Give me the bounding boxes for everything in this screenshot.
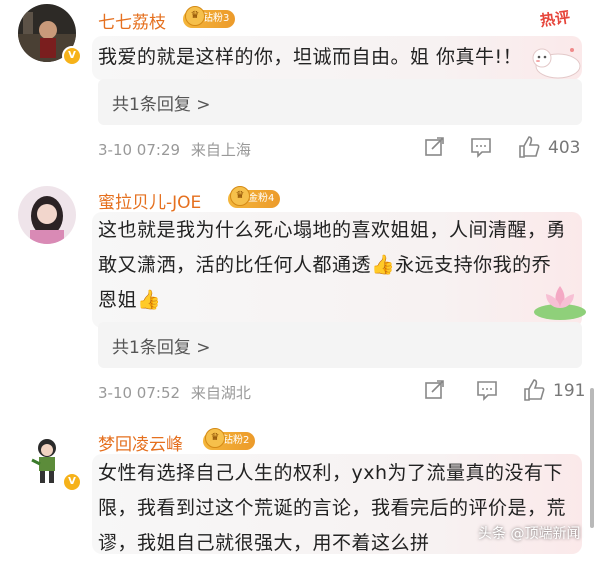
lotus-sticker-icon	[534, 286, 586, 320]
fan-badge: ♛ 金粉4	[228, 186, 281, 208]
hot-comment-label: 热评	[538, 7, 572, 30]
comment-1: V 七七荔枝 ♛ 钻粉3 热评 我爱的就是这样的你，坦诚而自由。姐 你真牛!！ …	[0, 0, 600, 170]
username[interactable]: 梦回凌云峰	[98, 430, 183, 455]
comment-location: 来自湖北	[190, 384, 251, 402]
comment-text: 我爱的就是这样的你，坦诚而自由。姐 你真牛!！	[98, 46, 523, 68]
verified-icon: V	[62, 472, 82, 492]
comment-location: 来自上海	[190, 141, 251, 159]
comment-icon[interactable]	[470, 136, 492, 158]
comment-icon[interactable]	[476, 379, 498, 401]
username[interactable]: 七七荔枝	[98, 8, 166, 33]
comment-text: 女性有选择自己人生的权利，yxh为了流量真的没有下限，我看到过这个荒诞的言论，我…	[98, 462, 567, 554]
avatar[interactable]	[18, 186, 76, 244]
comment-2: 蜜拉贝儿-JOE ♛ 金粉4 这也就是我为什么死心塌地的喜欢姐姐，人间清醒，勇敢…	[0, 178, 600, 414]
comment-meta: 3-10 07:29 来自上海	[98, 139, 251, 160]
crown-icon: ♛	[185, 6, 205, 26]
fan-badge: ♛ 钻粉2	[203, 428, 256, 450]
comment-time: 3-10 07:29	[98, 141, 181, 159]
share-icon[interactable]	[424, 379, 446, 401]
comment-meta: 3-10 07:52 来自湖北	[98, 382, 251, 403]
comment-time: 3-10 07:52	[98, 384, 181, 402]
replies-link[interactable]: 共1条回复 >	[98, 322, 582, 368]
comment-text: 这也就是我为什么死心塌地的喜欢姐姐，人间清醒，勇敢又潇洒，活的比任何人都通透👍永…	[98, 219, 567, 311]
username[interactable]: 蜜拉贝儿-JOE	[98, 188, 201, 213]
crown-icon: ♛	[205, 428, 225, 448]
like-icon[interactable]	[522, 378, 546, 402]
cat-sticker-icon	[532, 48, 581, 79]
share-icon[interactable]	[424, 136, 446, 158]
crown-icon: ♛	[230, 186, 250, 206]
like-count: 403	[548, 138, 581, 158]
watermark: 头条 @顶端新闻	[478, 526, 581, 542]
replies-link[interactable]: 共1条回复 >	[98, 79, 582, 125]
like-count: 191	[553, 381, 586, 401]
like-icon[interactable]	[517, 135, 541, 159]
scrollbar[interactable]	[590, 388, 594, 528]
fan-badge: ♛ 钻粉3	[183, 6, 236, 28]
verified-icon: V	[62, 46, 82, 66]
